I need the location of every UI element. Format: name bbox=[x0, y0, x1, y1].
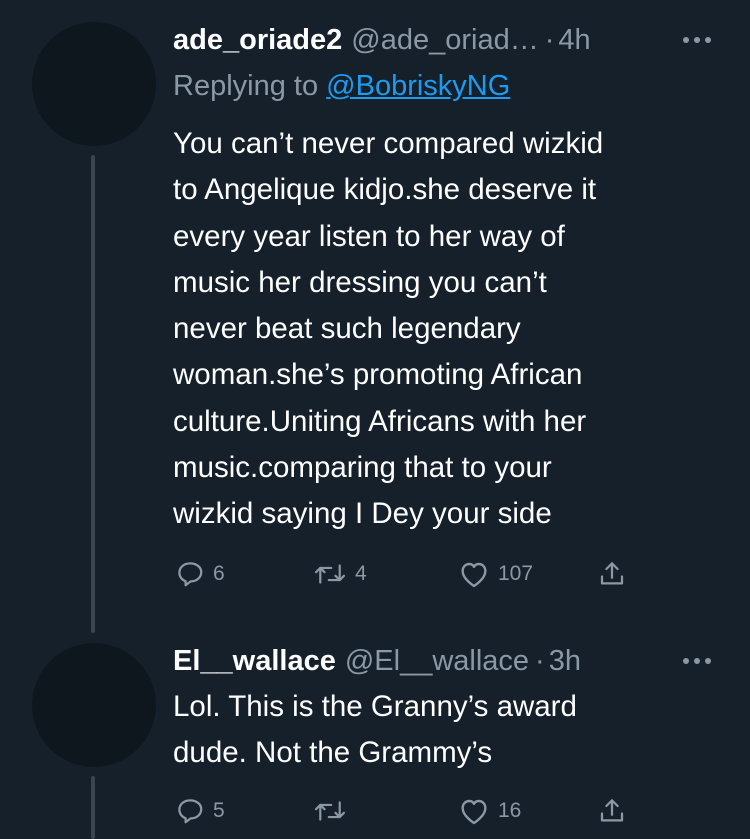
tweet-header: El__wallace @El__wallace · 3h bbox=[173, 643, 720, 679]
retweet-count: 4 bbox=[355, 562, 367, 585]
timestamp[interactable]: 4h bbox=[558, 24, 590, 57]
separator-dot: · bbox=[544, 23, 555, 56]
heart-outline-icon bbox=[461, 562, 487, 588]
reply-button[interactable]: 5 bbox=[175, 793, 225, 829]
user-handle[interactable]: @El__wallace bbox=[345, 645, 529, 678]
thread-line bbox=[91, 776, 95, 839]
timestamp[interactable]: 3h bbox=[549, 645, 581, 678]
tweet-actions: 5 16 bbox=[173, 793, 653, 829]
tweet-text: You can’t never compared wizkid to Angel… bbox=[173, 127, 604, 531]
replying-to-label: Replying to bbox=[173, 70, 319, 102]
retweet-arrows-icon bbox=[314, 564, 346, 584]
tweet-header: ade_oriade2 @ade_oriad… · 4h bbox=[173, 22, 720, 58]
retweet-arrows-icon bbox=[314, 801, 346, 821]
reply-count: 6 bbox=[213, 562, 225, 585]
avatar[interactable] bbox=[32, 22, 156, 146]
more-dots-icon bbox=[683, 658, 711, 664]
reply-button[interactable]: 6 bbox=[175, 556, 225, 592]
like-count: 16 bbox=[498, 799, 522, 822]
tweet-1[interactable]: ade_oriade2 @ade_oriad… · 4h Replying to… bbox=[0, 0, 750, 633]
share-upload-icon bbox=[600, 799, 624, 822]
speech-bubble-icon bbox=[178, 799, 203, 824]
retweet-button[interactable] bbox=[313, 793, 355, 829]
tweet-text: Lol. This is the Granny’s award dude. No… bbox=[173, 690, 577, 770]
tweet-2[interactable]: El__wallace @El__wallace · 3h Lol. This … bbox=[0, 620, 750, 839]
retweet-button[interactable]: 4 bbox=[313, 556, 367, 592]
share-button[interactable] bbox=[597, 793, 627, 829]
reply-mention-link[interactable]: @BobriskyNG bbox=[326, 70, 510, 102]
avatar[interactable] bbox=[32, 643, 156, 767]
more-dots-icon bbox=[683, 37, 711, 43]
like-count: 107 bbox=[498, 562, 534, 585]
share-button[interactable] bbox=[597, 556, 627, 592]
tweet-actions: 6 4 107 bbox=[173, 556, 653, 592]
user-handle[interactable]: @ade_oriad… bbox=[351, 24, 538, 57]
like-button[interactable]: 107 bbox=[458, 556, 533, 592]
like-button[interactable]: 16 bbox=[458, 793, 521, 829]
thread-line bbox=[91, 155, 95, 633]
more-button[interactable] bbox=[682, 643, 712, 679]
display-name[interactable]: ade_oriade2 bbox=[173, 24, 342, 57]
share-upload-icon bbox=[600, 562, 624, 585]
replying-to: Replying to @BobriskyNG bbox=[173, 70, 510, 103]
reply-count: 5 bbox=[213, 799, 225, 822]
heart-outline-icon bbox=[461, 799, 487, 825]
display-name[interactable]: El__wallace bbox=[173, 645, 336, 678]
more-button[interactable] bbox=[682, 22, 712, 58]
separator-dot: · bbox=[535, 644, 545, 677]
speech-bubble-icon bbox=[178, 562, 203, 587]
